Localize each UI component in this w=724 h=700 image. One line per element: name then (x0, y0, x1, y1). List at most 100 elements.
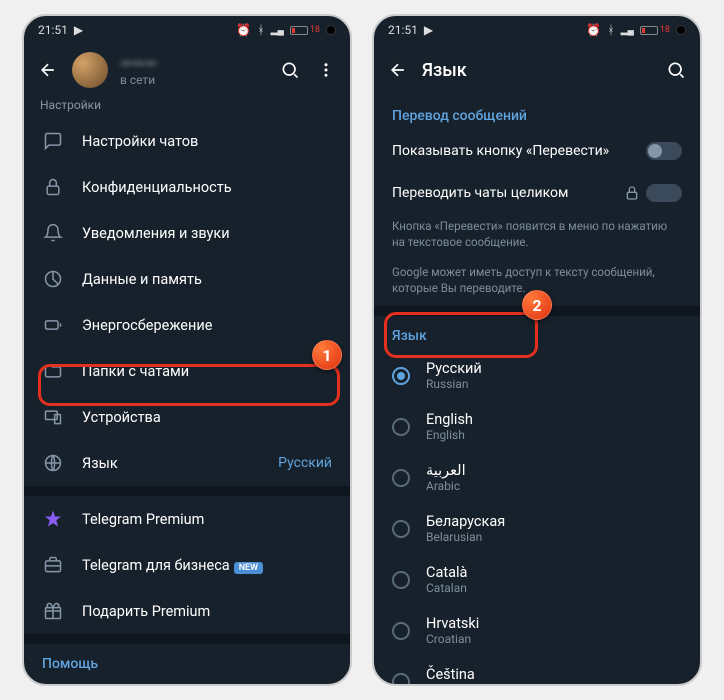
back-button[interactable] (36, 58, 60, 82)
new-badge: NEW (234, 562, 263, 574)
status-time: 21:51 (388, 23, 418, 37)
lang-title: Русский (426, 360, 482, 377)
lock-icon (42, 176, 64, 198)
phone-settings: 21:51 ▶ ⏰ ᚼ ▂▄ 18 ——— в сети (22, 14, 352, 686)
page-title: Язык (422, 60, 652, 81)
youtube-icon: ▶ (424, 23, 433, 37)
radio[interactable] (392, 418, 410, 436)
divider (24, 634, 350, 644)
battery-indicator: 18 (290, 25, 320, 35)
star-icon (42, 508, 64, 530)
lang-sub: Catalan (426, 581, 467, 595)
globe-icon (42, 452, 64, 474)
item-premium[interactable]: Telegram Premium (24, 496, 350, 542)
status-bar: 21:51 ▶ ⏰ ᚼ ▂▄ 18 (374, 16, 700, 44)
item-gift[interactable]: Подарить Premium (24, 588, 350, 634)
more-button[interactable] (314, 58, 338, 82)
radio[interactable] (392, 520, 410, 538)
lang-title: العربية (426, 462, 466, 479)
lang-sub: Croatian (426, 632, 479, 646)
info-translate-button: Кнопка «Перевести» появится в меню по на… (374, 214, 700, 260)
language-header: Язык (374, 44, 700, 96)
radio[interactable] (392, 622, 410, 640)
section-language-list: Язык (374, 316, 700, 350)
signal-icon: ▂▄ (621, 25, 634, 36)
search-button[interactable] (278, 58, 302, 82)
item-ask[interactable]: Задать вопрос (24, 678, 350, 684)
lang-arabic[interactable]: العربية Arabic (374, 452, 700, 503)
toggle-switch[interactable] (646, 142, 682, 160)
back-button[interactable] (386, 58, 410, 82)
language-content: Перевод сообщений Показывать кнопку «Пер… (374, 96, 700, 684)
lock-icon (624, 185, 640, 201)
radio-checked[interactable] (392, 367, 410, 385)
item-label: Уведомления и звуки (82, 225, 332, 242)
signal-icon: ▂▄ (271, 25, 284, 36)
toggle-translate-chats[interactable]: Переводить чаты целиком (374, 172, 700, 214)
briefcase-icon (42, 554, 64, 576)
item-label: Конфиденциальность (82, 179, 332, 196)
pie-icon (42, 268, 64, 290)
lang-sub: Belarusian (426, 530, 505, 544)
profile-name: ——— (120, 54, 266, 73)
battery-icon (42, 314, 64, 336)
alarm-icon: ⏰ (236, 23, 251, 37)
lang-sub: Arabic (426, 479, 466, 493)
item-label: Подарить Premium (82, 603, 332, 620)
locked-toggle[interactable] (624, 184, 682, 202)
lang-english[interactable]: English English (374, 401, 700, 452)
search-button[interactable] (664, 58, 688, 82)
status-time: 21:51 (38, 23, 68, 37)
item-label: Настройки чатов (82, 133, 332, 150)
lang-belarusian[interactable]: Беларуская Belarusian (374, 503, 700, 554)
lang-title: English (426, 411, 473, 428)
alarm-icon: ⏰ (586, 23, 601, 37)
item-notifications[interactable]: Уведомления и звуки (24, 210, 350, 256)
lang-russian[interactable]: Русский Russian (374, 350, 700, 401)
youtube-icon: ▶ (74, 23, 83, 37)
avatar[interactable] (72, 52, 108, 88)
bell-icon (42, 222, 64, 244)
toggle-show-translate[interactable]: Показывать кнопку «Перевести» (374, 130, 700, 172)
status-bar: 21:51 ▶ ⏰ ᚼ ▂▄ 18 (24, 16, 350, 44)
item-data-storage[interactable]: Данные и память (24, 256, 350, 302)
lang-sub: Czech (426, 683, 475, 684)
bt-icon: ᚼ (257, 23, 264, 37)
lang-czech[interactable]: Čeština Czech (374, 656, 700, 684)
radio[interactable] (392, 469, 410, 487)
lang-title: Català (426, 564, 467, 581)
devices-icon (42, 406, 64, 428)
item-devices[interactable]: Устройства (24, 394, 350, 440)
section-help: Помощь (24, 644, 350, 678)
section-translation: Перевод сообщений (374, 96, 700, 130)
profile-status: в сети (120, 73, 266, 87)
lang-catalan[interactable]: Català Catalan (374, 554, 700, 605)
item-business[interactable]: Telegram для бизнесаNEW (24, 542, 350, 588)
callout-1: 1 (312, 340, 342, 370)
item-label: Язык (82, 455, 260, 472)
item-label: Telegram Premium (82, 511, 332, 528)
divider (24, 486, 350, 496)
profile-header: ——— в сети (24, 44, 350, 96)
chat-icon (42, 130, 64, 152)
toggle-label: Показывать кнопку «Перевести» (392, 143, 609, 159)
lang-sub: English (426, 428, 473, 442)
item-privacy[interactable]: Конфиденциальность (24, 164, 350, 210)
lang-sub: Russian (426, 377, 482, 391)
phone-language: 21:51 ▶ ⏰ ᚼ ▂▄ 18 Язык Перевод сообщений… (372, 14, 702, 686)
item-chat-settings[interactable]: Настройки чатов (24, 118, 350, 164)
item-power-saving[interactable]: Энергосбережение (24, 302, 350, 348)
lang-croatian[interactable]: Hrvatski Croatian (374, 605, 700, 656)
item-label: Энергосбережение (82, 317, 332, 334)
radio[interactable] (392, 571, 410, 589)
camera-notch (326, 25, 336, 35)
item-label: Устройства (82, 409, 332, 426)
item-label: Данные и память (82, 271, 332, 288)
lang-title: Беларуская (426, 513, 505, 530)
callout-2: 2 (522, 290, 552, 320)
radio[interactable] (392, 673, 410, 684)
folder-icon (42, 360, 64, 382)
item-folders[interactable]: Папки с чатами (24, 348, 350, 394)
battery-indicator: 18 (640, 25, 670, 35)
item-language[interactable]: Язык Русский (24, 440, 350, 486)
